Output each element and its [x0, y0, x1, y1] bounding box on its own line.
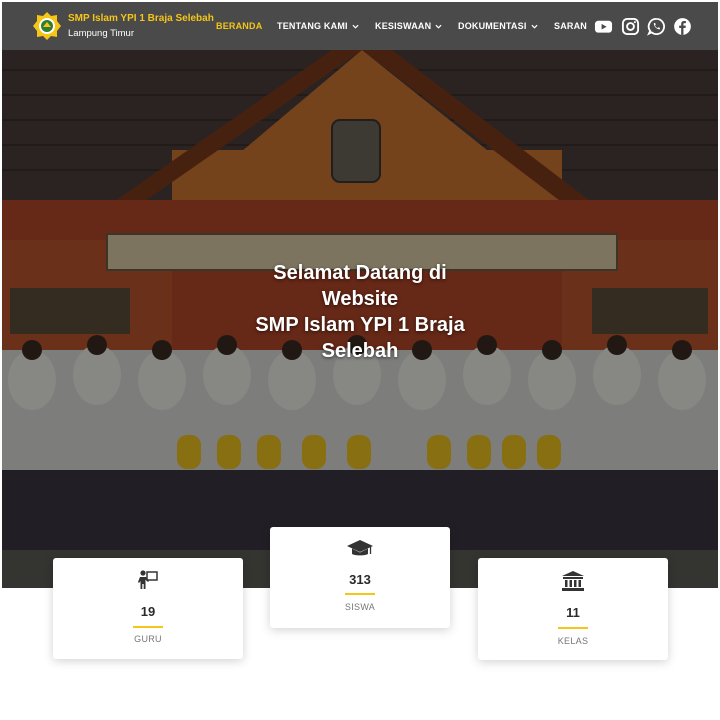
- kelas-label: KELAS: [557, 636, 589, 646]
- brand-home-link[interactable]: SMP Islam YPI 1 Braja Selebah Lampung Ti…: [32, 11, 214, 41]
- instagram-icon[interactable]: [621, 17, 640, 36]
- school-emblem-icon: [33, 12, 61, 40]
- school-name: SMP Islam YPI 1 Braja Selebah: [68, 12, 214, 24]
- navbar: SMP Islam YPI 1 Braja Selebah Lampung Ti…: [2, 2, 718, 50]
- facebook-icon[interactable]: [673, 17, 692, 36]
- stat-card-guru[interactable]: 19 GURU: [53, 558, 243, 659]
- hero-section: Selamat Datang di Website SMP Islam YPI …: [2, 50, 718, 588]
- nav-dokumentasi-label: DOKUMENTASI: [458, 21, 527, 31]
- whatsapp-icon[interactable]: [647, 17, 666, 36]
- stat-card-siswa[interactable]: 313 SISWA: [270, 527, 450, 628]
- kelas-count: 11: [566, 605, 580, 620]
- youtube-icon[interactable]: [594, 17, 613, 36]
- chevron-down-icon: [530, 24, 538, 29]
- siswa-label: SISWA: [344, 602, 376, 612]
- institution-icon: [562, 571, 584, 591]
- graduation-cap-icon: [347, 540, 373, 556]
- guru-count: 19: [140, 604, 156, 619]
- chevron-down-icon: [352, 24, 359, 29]
- chevron-down-icon: [435, 24, 442, 29]
- hero-title-line: SMP Islam YPI 1 Braja: [255, 314, 465, 336]
- nav-saran[interactable]: SARAN: [554, 21, 587, 31]
- nav-kesiswaan[interactable]: KESISWAAN: [375, 21, 442, 31]
- hero-title-line: Selebah: [321, 340, 399, 362]
- nav-kesiswaan-label: KESISWAAN: [375, 21, 432, 31]
- guru-label: GURU: [134, 634, 162, 644]
- hero-title-line: Website: [321, 288, 399, 310]
- hero-welcome-title: Selamat Datang di Website SMP Islam YPI …: [2, 260, 718, 364]
- divider: [133, 626, 163, 628]
- nav-dokumentasi[interactable]: DOKUMENTASI: [458, 21, 538, 31]
- divider: [558, 627, 588, 629]
- school-location: Lampung Timur: [68, 27, 135, 39]
- nav-beranda[interactable]: BERANDA: [216, 21, 262, 31]
- hero-title-line: Selamat Datang di: [273, 262, 447, 284]
- nav-saran-label: SARAN: [554, 21, 588, 31]
- teacher-icon: [138, 570, 158, 589]
- nav-tentang-kami[interactable]: TENTANG KAMI: [277, 21, 359, 31]
- main-menu: BERANDA TENTANG KAMI KESISWAAN DOKUMENTA…: [216, 2, 718, 50]
- siswa-count: 313: [349, 572, 371, 587]
- divider: [345, 593, 375, 595]
- nav-tentang-kami-label: TENTANG KAMI: [277, 21, 348, 31]
- nav-beranda-label: BERANDA: [216, 21, 263, 31]
- stat-card-kelas[interactable]: 11 KELAS: [478, 558, 668, 660]
